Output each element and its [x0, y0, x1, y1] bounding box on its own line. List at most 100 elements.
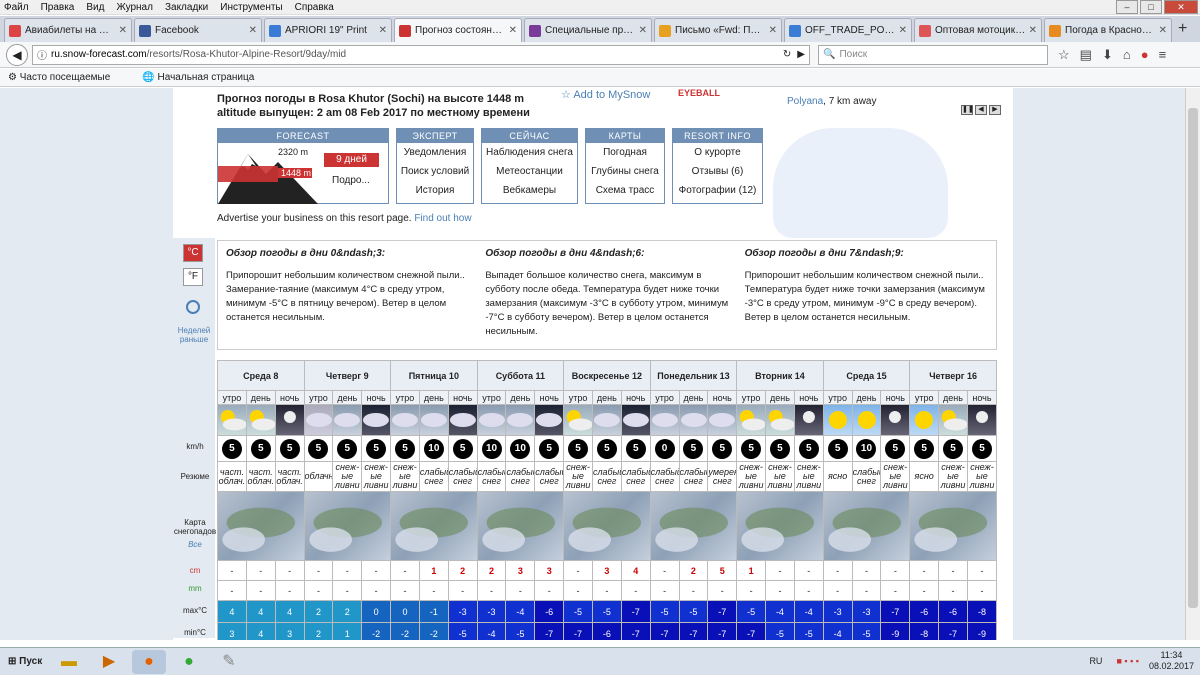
menu-item[interactable]: Инструменты — [220, 2, 282, 13]
day-header[interactable]: Воскресенье 12 — [563, 360, 651, 391]
alt-bot[interactable]: 575 m — [278, 189, 303, 199]
label-all[interactable]: Все — [173, 540, 217, 549]
snow-map[interactable] — [909, 491, 997, 561]
menu-item[interactable]: Наблюдения снега — [482, 143, 577, 162]
menu-item[interactable]: Справка — [295, 2, 334, 13]
close-tab-icon[interactable]: ✕ — [1029, 25, 1037, 36]
menu-item[interactable]: Правка — [41, 2, 75, 13]
download-icon[interactable]: ⬇ — [1102, 47, 1113, 63]
back-button[interactable]: ◀ — [6, 43, 28, 66]
day-header[interactable]: Вторник 14 — [736, 360, 824, 391]
week-earlier-link[interactable]: Неделей раньше — [175, 326, 213, 344]
celsius-button[interactable]: °C — [183, 244, 203, 262]
search-input[interactable]: 🔍 Поиск — [818, 44, 1048, 65]
start-button[interactable]: ⊞ Пуск — [2, 650, 46, 674]
snow-map[interactable] — [649, 491, 738, 561]
scroll-thumb[interactable] — [1188, 108, 1198, 608]
snow-map[interactable] — [303, 491, 392, 561]
detail-link[interactable]: Подро... — [332, 175, 370, 186]
menu-item[interactable]: О курорте — [673, 143, 762, 162]
alt-top[interactable]: 2320 m — [278, 147, 308, 157]
weather-icon — [505, 404, 536, 436]
menu-item[interactable]: Фотографии (12) — [673, 181, 762, 200]
close-tab-icon[interactable]: ✕ — [899, 25, 907, 36]
forward-icon[interactable]: ▶ — [797, 49, 805, 60]
new-tab-button[interactable]: + — [1178, 20, 1187, 38]
reload-icon[interactable]: ↻ — [783, 49, 791, 60]
folder-icon[interactable]: ▬ — [52, 650, 86, 674]
home-icon[interactable]: ⌂ — [1123, 47, 1131, 62]
adblock-icon[interactable]: ● — [1141, 47, 1149, 62]
menu-item[interactable]: Журнал — [116, 2, 153, 13]
chrome-icon[interactable]: ● — [172, 650, 206, 674]
polyana-link[interactable]: Polyana — [787, 96, 823, 107]
snow-map[interactable] — [822, 491, 911, 561]
scrollbar[interactable] — [1185, 88, 1200, 640]
hamburger-icon[interactable]: ≡ — [1159, 47, 1167, 62]
firefox-icon[interactable]: ● — [132, 649, 166, 674]
lang-indicator[interactable]: RU — [1089, 656, 1102, 666]
menu-item[interactable]: Отзывы (6) — [673, 162, 762, 181]
menu-item[interactable]: Файл — [4, 2, 29, 13]
menu-item[interactable]: Вебкамеры — [482, 181, 577, 200]
bookmark-item[interactable]: 🌐 Начальная страница — [142, 72, 270, 83]
url-bar[interactable]: ⓘ ru.snow-forecast.com/resorts/Rosa-Khut… — [32, 44, 810, 65]
snow-map[interactable] — [563, 491, 651, 561]
find-out-link[interactable]: Find out how — [414, 213, 471, 224]
maximize-button[interactable]: □ — [1140, 0, 1162, 14]
day-header[interactable]: Понедельник 13 — [649, 360, 738, 391]
menu-item[interactable]: Уведомления — [397, 143, 473, 162]
menu-item[interactable]: Закладки — [165, 2, 208, 13]
menu-item[interactable]: Метеостанции — [482, 162, 577, 181]
close-tab-icon[interactable]: ✕ — [1159, 25, 1167, 36]
menu-item[interactable]: История — [397, 181, 473, 200]
day-header[interactable]: Среда 15 — [822, 360, 911, 391]
close-tab-icon[interactable]: ✕ — [769, 25, 777, 36]
close-tab-icon[interactable]: ✕ — [119, 25, 127, 36]
snow-map[interactable] — [217, 491, 305, 561]
day-header[interactable]: Четверг 9 — [303, 360, 392, 391]
bookmark-item[interactable]: ⚙ Часто посещаемые — [8, 72, 126, 83]
browser-tab[interactable]: Письмо «Fwd: Проек...✕ — [654, 18, 782, 42]
browser-tab[interactable]: Оптовая мотоцикл ... ✕ — [914, 18, 1042, 42]
snow-map[interactable] — [476, 491, 565, 561]
close-tab-icon[interactable]: ✕ — [509, 25, 517, 36]
day-header[interactable]: Четверг 16 — [909, 360, 997, 391]
minimize-button[interactable]: – — [1116, 0, 1138, 14]
browser-tab[interactable]: OFF_TRADE_POSM_...✕ — [784, 18, 912, 42]
menu-item[interactable]: Глубины снега — [586, 162, 664, 181]
close-tab-icon[interactable]: ✕ — [639, 25, 647, 36]
reading-list-icon[interactable]: ▤ — [1080, 47, 1092, 63]
star-icon[interactable]: ☆ — [1058, 47, 1070, 63]
browser-tab[interactable]: Погода в Красной П...✕ — [1044, 18, 1172, 42]
day-header[interactable]: Суббота 11 — [476, 360, 565, 391]
browser-tab[interactable]: Facebook ✕ — [134, 18, 262, 42]
period-label: день — [591, 390, 622, 405]
browser-tab[interactable]: Специальные предл...✕ — [524, 18, 652, 42]
snow-map[interactable] — [736, 491, 824, 561]
browser-tab[interactable]: APRIORI 19" Print ✕ — [264, 18, 392, 42]
menu-item[interactable]: Вид — [86, 2, 104, 13]
fahrenheit-button[interactable]: °F — [183, 268, 203, 286]
clock-icon[interactable] — [186, 300, 200, 314]
browser-tab[interactable]: Прогноз состояния ... ✕ — [394, 18, 522, 42]
paint-icon[interactable]: ✎ — [212, 650, 246, 674]
alt-mid[interactable]: 1448 m — [278, 168, 312, 178]
tmin-cell: -4 — [822, 622, 853, 640]
menu-item[interactable]: Погодная — [586, 143, 664, 162]
media-icon[interactable]: ▶ — [92, 650, 126, 674]
next-icon[interactable]: ▶ — [989, 105, 1001, 115]
browser-tab[interactable]: Авиабилеты на Нов... ✕ — [4, 18, 132, 42]
add-to-mysnow-link[interactable]: ☆ Add to MySnow — [561, 88, 650, 101]
close-tab-icon[interactable]: ✕ — [249, 25, 257, 36]
day-header[interactable]: Пятница 10 — [390, 360, 478, 391]
close-tab-icon[interactable]: ✕ — [379, 25, 387, 36]
day-header[interactable]: Среда 8 — [217, 360, 305, 391]
prev-icon[interactable]: ◀ — [975, 105, 987, 115]
menu-item[interactable]: Поиск условий — [397, 162, 473, 181]
close-window-button[interactable]: ✕ — [1164, 0, 1198, 14]
menu-item[interactable]: Схема трасс — [586, 181, 664, 200]
pause-icon[interactable]: ❚❚ — [961, 105, 974, 115]
snow-map[interactable] — [390, 491, 478, 561]
days-9-button[interactable]: 9 дней — [324, 153, 379, 167]
